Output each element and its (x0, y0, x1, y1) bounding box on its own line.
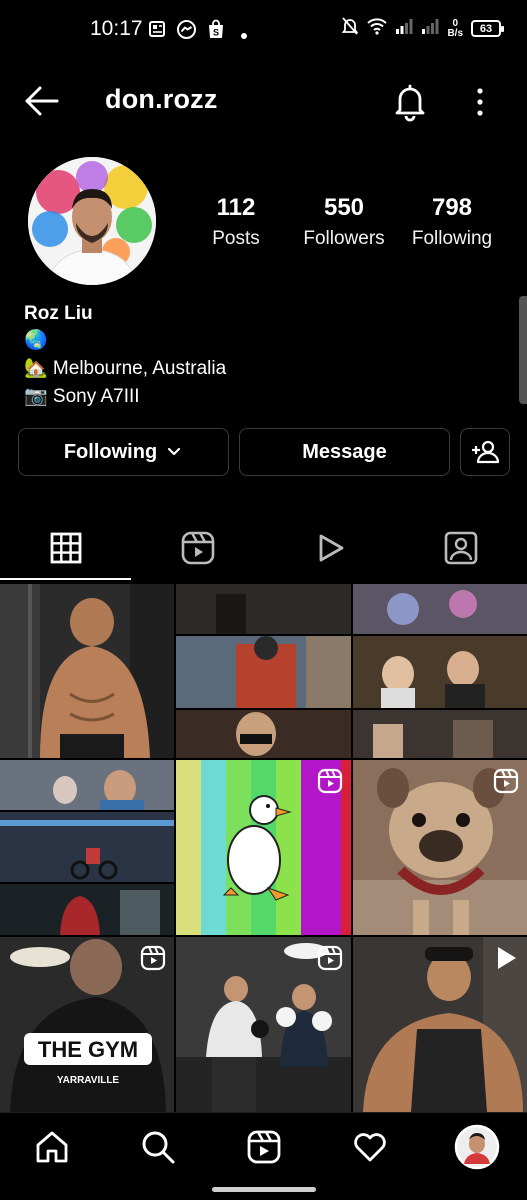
tab-grid[interactable] (46, 528, 86, 568)
reel-badge-icon (317, 768, 343, 794)
tab-reels[interactable] (178, 528, 218, 568)
post-tile[interactable]: THE GYM YARRAVILLE (0, 937, 174, 1112)
post-tile[interactable] (176, 584, 351, 758)
tab-videos[interactable] (310, 528, 350, 568)
video-icon (319, 534, 344, 562)
heart-icon (354, 1133, 386, 1162)
active-tab-indicator (0, 578, 131, 580)
battery-indicator: 63 (471, 20, 504, 37)
posts-grid: THE GYM YARRAVILLE (0, 584, 527, 1112)
tab-tagged[interactable] (441, 528, 481, 568)
messenger-icon (176, 19, 197, 45)
signal-1-icon (395, 18, 413, 39)
chevron-down-icon (168, 447, 181, 456)
post-tile[interactable] (353, 760, 527, 935)
stat-followers[interactable]: 550 Followers (294, 192, 394, 254)
home-icon (36, 1131, 68, 1163)
post-tile[interactable] (176, 937, 351, 1112)
post-image-gym-workout (0, 584, 174, 758)
reels-icon (181, 531, 215, 565)
reels-nav-icon (247, 1130, 281, 1164)
home-indicator[interactable] (212, 1187, 316, 1192)
add-person-icon (472, 440, 499, 464)
reel-badge-icon (317, 945, 343, 971)
nav-home-button[interactable] (32, 1127, 72, 1167)
avatar-image (28, 157, 156, 285)
back-button[interactable] (22, 84, 62, 118)
video-badge-icon (498, 947, 516, 969)
post-tile[interactable] (353, 937, 527, 1112)
search-icon (142, 1131, 175, 1164)
svg-text:S: S (213, 28, 219, 38)
grid-icon (50, 532, 82, 564)
profile-name: Roz Liu (24, 303, 93, 324)
post-tile[interactable] (353, 584, 527, 758)
nav-reels-button[interactable] (244, 1127, 284, 1167)
gym-banner-text: THE GYM (38, 1037, 138, 1062)
bio-line-camera: 📷 Sony A7III (24, 386, 140, 407)
stat-posts[interactable]: 112 Posts (200, 192, 272, 254)
status-bar: 10:17 S 0 B/s 63 (0, 0, 527, 60)
profile-tabs (0, 520, 527, 582)
more-options-button[interactable] (466, 82, 494, 122)
message-button[interactable]: Message (239, 428, 450, 476)
stat-following[interactable]: 798 Following (402, 192, 502, 254)
bottom-navigation (0, 1112, 527, 1182)
following-button[interactable]: Following (18, 428, 229, 476)
more-vertical-icon (477, 88, 483, 116)
suggested-people-button[interactable] (460, 428, 510, 476)
post-image-city-collage (0, 760, 174, 935)
wifi-icon (367, 17, 388, 40)
notification-dot-icon (241, 26, 247, 44)
reel-badge-icon (140, 945, 166, 971)
profile-avatar-icon (454, 1124, 500, 1170)
scrollbar-thumb[interactable] (519, 296, 527, 404)
signal-2-icon (421, 18, 439, 39)
status-time: 10:17 (90, 17, 143, 40)
nav-activity-button[interactable] (350, 1127, 390, 1167)
profile-header: don.rozz (0, 70, 527, 130)
post-tile[interactable] (0, 760, 174, 935)
bio-line-location: 🏡 Melbourne, Australia (24, 358, 227, 379)
profile-bio: Roz Liu 🌏 🏡 Melbourne, Australia 📷 Sony … (24, 300, 226, 411)
profile-avatar[interactable] (28, 157, 156, 285)
back-arrow-icon (25, 86, 59, 116)
profile-username: don.rozz (105, 84, 218, 114)
tagged-icon (444, 531, 478, 565)
reel-badge-icon (493, 768, 519, 794)
post-tile[interactable] (176, 760, 351, 935)
news-icon (148, 19, 168, 44)
nav-profile-button[interactable] (454, 1124, 500, 1170)
post-tile[interactable] (0, 584, 174, 758)
network-speed: 0 B/s (447, 17, 463, 39)
notifications-button[interactable] (390, 82, 430, 122)
nav-search-button[interactable] (138, 1127, 178, 1167)
bio-line-globe: 🌏 (24, 330, 48, 351)
post-image-cafe-collage (353, 584, 527, 758)
post-image-street-collage (176, 584, 351, 758)
shopping-bag-icon: S (206, 19, 226, 45)
mute-icon (341, 16, 359, 41)
gym-location-text: YARRAVILLE (57, 1075, 120, 1086)
bell-icon (395, 84, 425, 122)
